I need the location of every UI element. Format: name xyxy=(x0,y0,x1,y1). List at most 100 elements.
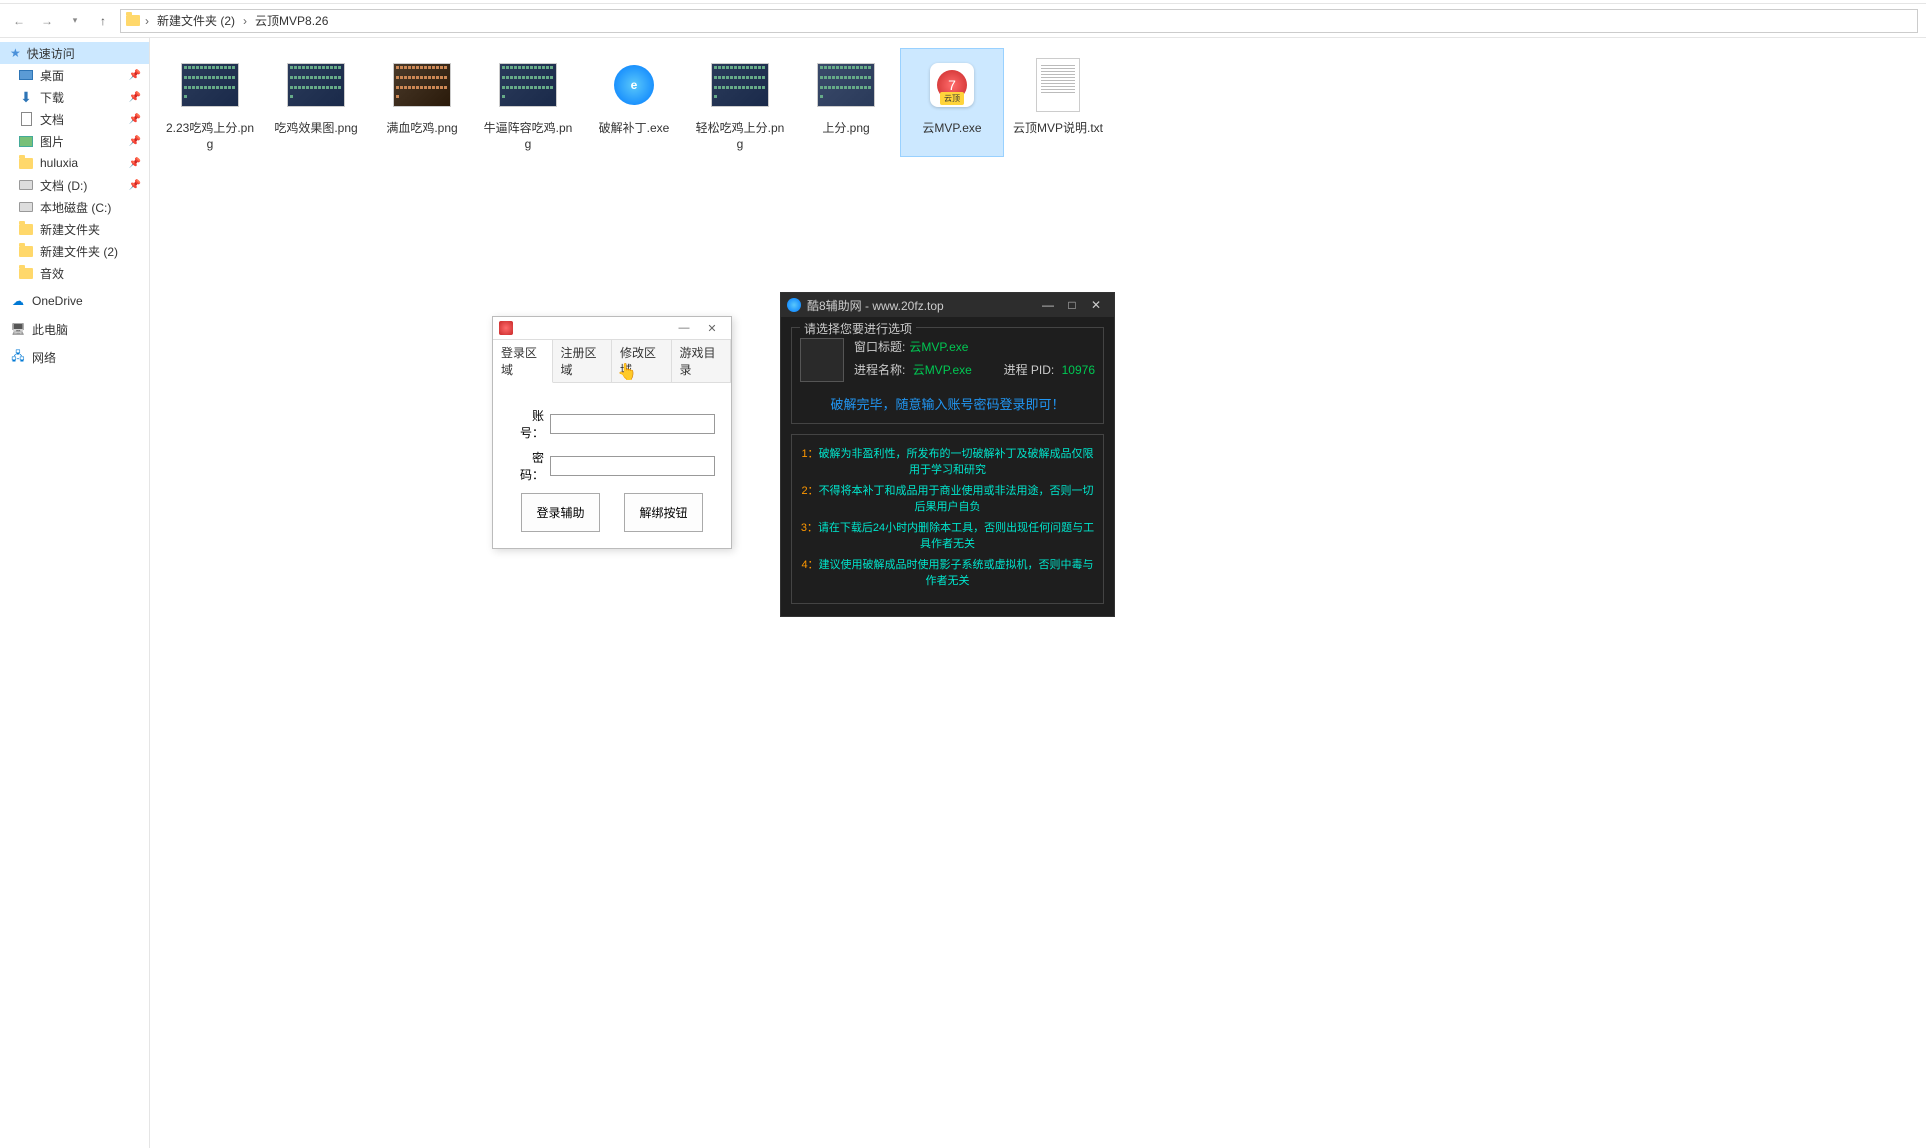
path-separator-icon: › xyxy=(239,14,251,28)
pin-icon: 📌 xyxy=(129,158,141,169)
file-item[interactable]: 7云顶云MVP.exe xyxy=(900,48,1004,157)
account-input[interactable] xyxy=(550,414,715,434)
file-item[interactable]: 2.23吃鸡上分.png xyxy=(158,48,262,157)
tab-modify[interactable]: 修改区域 xyxy=(612,340,672,383)
window-title-label: 窗口标题: xyxy=(854,338,905,355)
file-name-label: 吃鸡效果图.png xyxy=(269,121,363,137)
pid-label: 进程 PID: xyxy=(1004,363,1055,377)
image-thumbnail-icon xyxy=(817,63,875,107)
mvp-exe-icon: 7云顶 xyxy=(930,63,974,107)
file-name-label: 满血吃鸡.png xyxy=(375,121,469,137)
fieldset-legend: 请选择您要进行选项 xyxy=(800,320,916,337)
crack-rule-line: 1：破解为非盈利性，所发布的一切破解补丁及破解成品仅限用于学习和研究 xyxy=(798,445,1097,477)
sidebar-item-label: 文档 xyxy=(40,111,64,128)
file-item[interactable]: 轻松吃鸡上分.png xyxy=(688,48,792,157)
crack-rule-line: 2：不得将本补丁和成品用于商业使用或非法用途，否则一切后果用户自负 xyxy=(798,482,1097,514)
address-bar[interactable]: › 新建文件夹 (2) › 云顶MVP8.26 xyxy=(120,9,1918,33)
file-name-label: 上分.png xyxy=(799,121,893,137)
sidebar-item-label: 音效 xyxy=(40,265,64,282)
tab-gamedir[interactable]: 游戏目录 xyxy=(672,340,732,383)
account-label: 账号： xyxy=(509,407,544,441)
sidebar-label: 网络 xyxy=(32,349,56,366)
sidebar-item-label: 本地磁盘 (C:) xyxy=(40,199,111,216)
sidebar-item[interactable]: 新建文件夹 xyxy=(0,218,149,240)
process-thumbnail xyxy=(800,338,844,382)
folder-icon xyxy=(18,155,34,171)
unbind-button[interactable]: 解绑按钮 xyxy=(624,493,702,532)
sidebar-item[interactable]: 本地磁盘 (C:) xyxy=(0,196,149,218)
app-icon xyxy=(499,321,513,335)
image-thumbnail-icon xyxy=(499,63,557,107)
password-input[interactable] xyxy=(550,456,715,476)
path-segment[interactable]: 新建文件夹 (2) xyxy=(153,12,239,29)
password-label: 密码： xyxy=(509,449,544,483)
sidebar-item[interactable]: 桌面 📌 xyxy=(0,64,149,86)
sidebar-item-label: 新建文件夹 (2) xyxy=(40,243,118,260)
folder-icon xyxy=(18,221,34,237)
file-item[interactable]: 满血吃鸡.png xyxy=(370,48,474,157)
file-name-label: 云顶MVP说明.txt xyxy=(1011,121,1105,137)
drive-icon xyxy=(18,199,34,215)
pin-icon: 📌 xyxy=(129,180,141,191)
sidebar-item-label: 桌面 xyxy=(40,67,64,84)
sidebar-quick-access[interactable]: ★ 快速访问 xyxy=(0,42,149,64)
nav-back-button[interactable]: ← xyxy=(8,10,30,32)
sidebar-item-label: 文档 (D:) xyxy=(40,177,87,194)
file-name-label: 牛逼阵容吃鸡.png xyxy=(481,121,575,152)
nav-up-button[interactable]: ↑ xyxy=(92,10,114,32)
file-item[interactable]: 上分.png xyxy=(794,48,898,157)
crack-titlebar[interactable]: 酷8辅助网 - www.20fz.top — □ ✕ xyxy=(781,293,1114,317)
sidebar-item[interactable]: huluxia 📌 xyxy=(0,152,149,174)
pc-icon: 🖥 xyxy=(10,321,26,337)
exe-icon: e xyxy=(614,65,654,105)
pin-icon: 📌 xyxy=(129,114,141,125)
maximize-button[interactable]: □ xyxy=(1060,295,1084,315)
sidebar-network[interactable]: 🖧 网络 xyxy=(0,346,149,368)
network-icon: 🖧 xyxy=(10,349,26,365)
tab-login[interactable]: 登录区域 xyxy=(493,340,553,383)
close-button[interactable]: ✕ xyxy=(1084,295,1108,315)
sidebar-item[interactable]: 音效 xyxy=(0,262,149,284)
folder-icon xyxy=(18,265,34,281)
file-item[interactable]: 吃鸡效果图.png xyxy=(264,48,368,157)
sidebar-label: 此电脑 xyxy=(32,321,68,338)
sidebar-item[interactable]: 文档 📌 xyxy=(0,108,149,130)
sidebar-thispc[interactable]: 🖥 此电脑 xyxy=(0,318,149,340)
sidebar-item-label: 下载 xyxy=(40,89,64,106)
crack-title: 酷8辅助网 - www.20fz.top xyxy=(807,297,944,314)
sidebar-item[interactable]: 新建文件夹 (2) xyxy=(0,240,149,262)
login-button[interactable]: 登录辅助 xyxy=(521,493,599,532)
pin-icon: 📌 xyxy=(129,70,141,81)
sidebar-item[interactable]: ⬇ 下载 📌 xyxy=(0,86,149,108)
sidebar-onedrive[interactable]: ☁ OneDrive xyxy=(0,290,149,312)
folder-icon xyxy=(125,13,141,29)
minimize-button[interactable]: — xyxy=(671,319,697,337)
txt-icon xyxy=(1036,58,1080,112)
pin-icon: 📌 xyxy=(129,136,141,147)
sidebar-item[interactable]: 文档 (D:) 📌 xyxy=(0,174,149,196)
crack-app-icon xyxy=(787,298,801,312)
sidebar-label: OneDrive xyxy=(32,294,83,308)
file-grid: 2.23吃鸡上分.png吃鸡效果图.png满血吃鸡.png牛逼阵容吃鸡.pnge… xyxy=(158,48,1918,157)
nav-recent-dropdown[interactable]: ▾ xyxy=(64,10,86,32)
sidebar-item-label: 图片 xyxy=(40,133,64,150)
sidebar-item[interactable]: 图片 📌 xyxy=(0,130,149,152)
login-dialog: — ✕ 登录区域 注册区域 修改区域 游戏目录 账号： 密码： 登录辅助 解绑按… xyxy=(492,316,732,549)
close-button[interactable]: ✕ xyxy=(699,319,725,337)
file-item[interactable]: 云顶MVP说明.txt xyxy=(1006,48,1110,157)
sidebar-label: 快速访问 xyxy=(27,45,75,62)
file-name-label: 2.23吃鸡上分.png xyxy=(163,121,257,152)
sidebar: ★ 快速访问 桌面 📌⬇ 下载 📌 文档 📌 图片 📌 huluxia 📌 文档… xyxy=(0,38,150,1148)
nav-forward-button[interactable]: → xyxy=(36,10,58,32)
onedrive-icon: ☁ xyxy=(10,293,26,309)
minimize-button[interactable]: — xyxy=(1036,295,1060,315)
desktop-icon xyxy=(18,67,34,83)
crack-status: 破解完毕，随意输入账号密码登录即可！ xyxy=(800,394,1095,413)
crack-dialog: 酷8辅助网 - www.20fz.top — □ ✕ 请选择您要进行选项 窗口标… xyxy=(780,292,1115,617)
file-item[interactable]: e破解补丁.exe xyxy=(582,48,686,157)
path-segment[interactable]: 云顶MVP8.26 xyxy=(251,12,332,29)
file-item[interactable]: 牛逼阵容吃鸡.png xyxy=(476,48,580,157)
image-thumbnail-icon xyxy=(393,63,451,107)
tab-register[interactable]: 注册区域 xyxy=(553,340,613,383)
login-titlebar[interactable]: — ✕ xyxy=(493,317,731,339)
